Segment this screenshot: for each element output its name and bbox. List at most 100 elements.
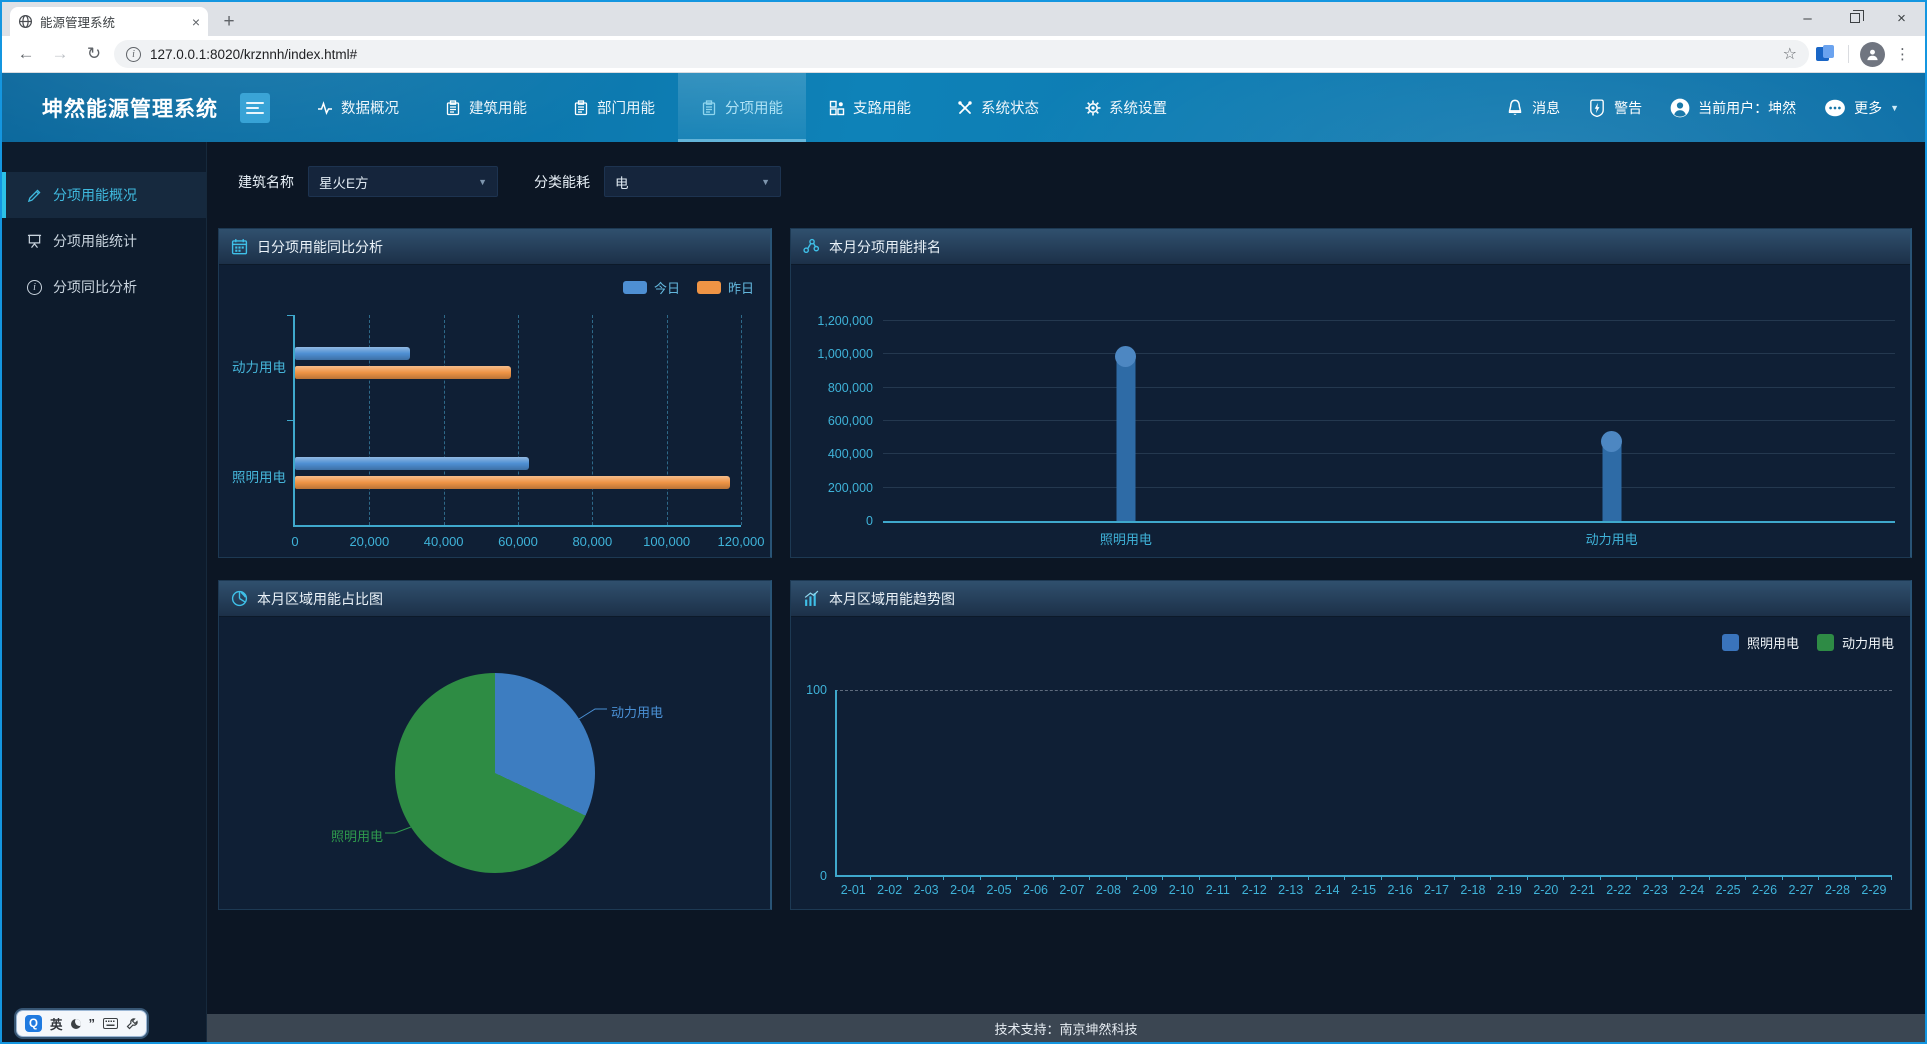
sidebar-toggle-button[interactable] (240, 93, 270, 123)
panel-daily-comparison: 日分项用能同比分析 今日 昨日 (218, 228, 772, 558)
info-icon: i (27, 280, 42, 295)
panel-area-share-pie: 本月区域用能占比图 动力用电 照明用电 (218, 580, 772, 910)
footer-bar: 技术支持：南京坤然科技 (207, 1014, 1925, 1042)
address-bar[interactable]: i 127.0.0.1:8020/krznnh/index.html# ☆ (114, 40, 1809, 68)
alerts-button[interactable]: 警告 (1588, 98, 1642, 118)
nav-label: 支路用能 (853, 97, 911, 118)
y-tick-label: 1,200,000 (791, 314, 873, 328)
messages-button[interactable]: 消息 (1506, 98, 1560, 118)
clipboard-icon (701, 100, 717, 116)
nav-label: 建筑用能 (469, 97, 527, 118)
gridline (883, 387, 1895, 388)
nav-label: 分项用能 (725, 97, 783, 118)
gridline (883, 487, 1895, 488)
y-axis-min-label: 0 (793, 869, 827, 883)
energy-type-select[interactable]: 电 ▼ (604, 166, 781, 197)
y-tick-label: 200,000 (791, 481, 873, 495)
more-button[interactable]: 更多 ▼ (1824, 98, 1899, 118)
extension-icon[interactable] (1815, 44, 1837, 64)
x-tick-label: 60,000 (498, 534, 538, 549)
browser-toolbar: ← → ↻ i 127.0.0.1:8020/krznnh/index.html… (2, 36, 1925, 73)
pie-icon (231, 590, 248, 607)
ime-engine-icon[interactable]: Q (25, 1015, 42, 1032)
nav-tab-data-overview[interactable]: 数据概况 (294, 73, 422, 142)
axis-tick (287, 420, 294, 421)
legend-item-lighting[interactable]: 照明用电 (1722, 633, 1799, 652)
panel-title: 本月分项用能排名 (829, 237, 941, 257)
x-tick-label: 100,000 (643, 534, 690, 549)
lightning-shield-icon (1588, 99, 1606, 117)
gridline-100 (835, 690, 1892, 691)
window-close-button[interactable]: × (1878, 2, 1925, 34)
sidebar-item-subitem-stats[interactable]: 分项用能统计 (2, 218, 206, 264)
building-select[interactable]: 星火E方 ▼ (308, 166, 498, 197)
calendar-icon (231, 238, 248, 255)
clipboard-icon (445, 100, 461, 116)
extension-page-front (1823, 45, 1834, 58)
ellipsis-icon (1824, 99, 1846, 117)
nav-label: 系统设置 (1109, 97, 1167, 118)
x-tick-label: 2-24 (1673, 883, 1709, 903)
y-tick-label: 400,000 (791, 447, 873, 461)
wrench-icon[interactable] (126, 1018, 138, 1030)
nav-tab-department-energy[interactable]: 部门用能 (550, 73, 678, 142)
bookmark-star-icon[interactable]: ☆ (1783, 44, 1797, 64)
pie-circle (395, 673, 595, 873)
bar-today-lighting (295, 457, 529, 470)
browser-menu-icon[interactable]: ⋮ (1891, 45, 1915, 63)
window-restore-button[interactable] (1831, 2, 1878, 34)
restore-icon (1850, 13, 1860, 23)
ime-language-toggle[interactable]: 英 (50, 1014, 63, 1033)
legend-swatch (697, 281, 721, 294)
legend-label: 动力用电 (1842, 633, 1894, 652)
sidebar-item-subitem-yoy[interactable]: i 分项同比分析 (2, 264, 206, 310)
legend-item-yesterday[interactable]: 昨日 (697, 278, 754, 297)
legend-item-today[interactable]: 今日 (623, 278, 680, 297)
alerts-label: 警告 (1614, 98, 1642, 118)
bar-today-power (295, 347, 410, 360)
window-minimize-button[interactable]: – (1784, 2, 1831, 34)
x-tick-label: 80,000 (572, 534, 612, 549)
pencil-icon (27, 188, 42, 203)
back-button[interactable]: ← (12, 40, 40, 68)
moon-icon[interactable] (71, 1019, 81, 1029)
nav-tab-system-status[interactable]: 系统状态 (934, 73, 1062, 142)
nav-tab-subitem-energy[interactable]: 分项用能 (678, 73, 806, 142)
sidebar-item-label: 分项用能统计 (53, 231, 137, 251)
y-tick-label: 1,000,000 (791, 347, 873, 361)
y-axis-max-label: 100 (793, 683, 827, 697)
keyboard-icon[interactable] (103, 1018, 118, 1029)
app-logo: 坤然能源管理系统 (42, 93, 218, 123)
site-info-icon[interactable]: i (126, 47, 141, 62)
browser-tab[interactable]: 能源管理系统 × (10, 7, 208, 36)
nav-tab-branch-energy[interactable]: 支路用能 (806, 73, 934, 142)
gear-icon (1085, 100, 1101, 116)
punctuation-toggle-icon[interactable]: ” (89, 1019, 96, 1029)
panel-title: 日分项用能同比分析 (257, 237, 383, 257)
ranking-bar (1602, 434, 1621, 521)
x-tick-label: 2-01 (835, 883, 871, 903)
energy-type-select-value: 电 (615, 172, 629, 192)
toolbar-separator (1848, 45, 1849, 63)
main-content: 建筑名称 星火E方 ▼ 分类能耗 电 ▼ (207, 142, 1925, 1042)
x-tick-label: 2-19 (1491, 883, 1527, 903)
x-tick-label: 2-03 (908, 883, 944, 903)
new-tab-button[interactable]: + (216, 9, 242, 35)
more-label: 更多 (1854, 98, 1882, 118)
x-tick-label: 2-12 (1236, 883, 1272, 903)
current-user-button[interactable]: 当前用户：坤然 (1670, 98, 1796, 118)
category-label: 照明用电 (232, 466, 286, 486)
profile-avatar[interactable] (1860, 42, 1885, 67)
sidebar-item-subitem-overview[interactable]: 分项用能概况 (2, 172, 206, 218)
reload-button[interactable]: ↻ (80, 40, 108, 68)
nav-tab-system-settings[interactable]: 系统设置 (1062, 73, 1190, 142)
trend-y-axis (835, 690, 837, 877)
legend-swatch (1722, 634, 1739, 651)
trend-x-axis (835, 875, 1892, 877)
nav-tab-building-energy[interactable]: 建筑用能 (422, 73, 550, 142)
forward-button[interactable]: → (46, 40, 74, 68)
url-text[interactable]: 127.0.0.1:8020/krznnh/index.html# (150, 47, 1774, 62)
tab-close-icon[interactable]: × (192, 14, 200, 30)
presentation-icon (27, 234, 42, 249)
legend-item-power[interactable]: 动力用电 (1817, 633, 1894, 652)
